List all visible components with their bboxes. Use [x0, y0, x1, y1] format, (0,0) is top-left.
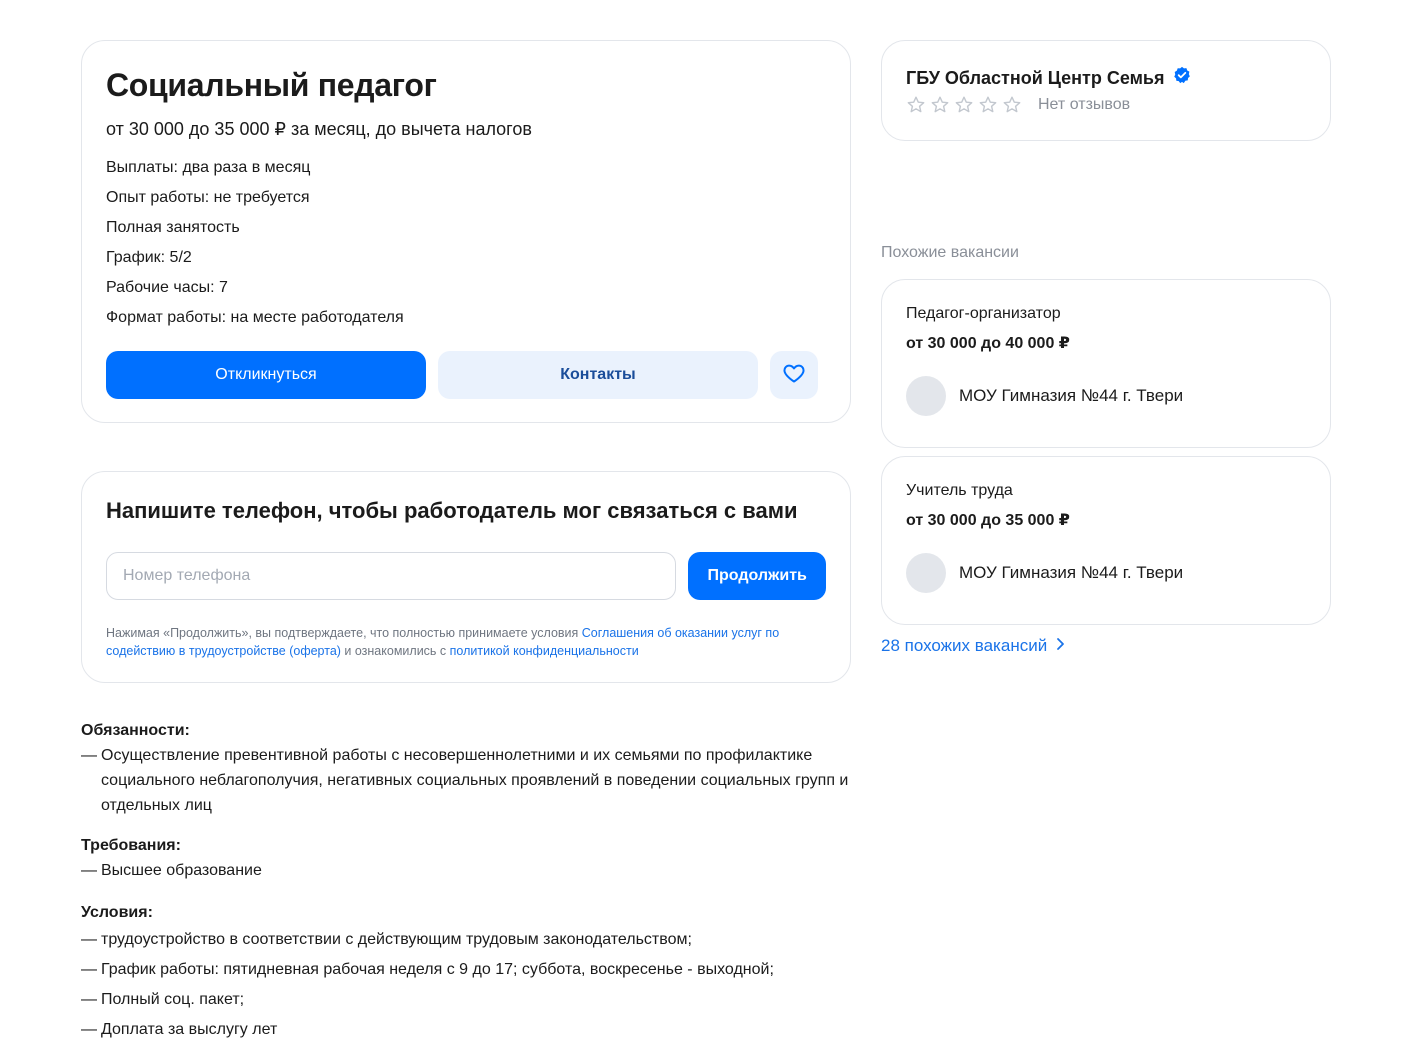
- employer-name-row: ГБУ Областной Центр Семья: [906, 65, 1306, 91]
- more-similar-label: 28 похожих вакансий: [881, 636, 1048, 655]
- heart-icon: [782, 361, 806, 390]
- vacancy-salary: от 30 000 до 35 000 ₽ за месяц, до вычет…: [106, 119, 532, 139]
- contacts-button[interactable]: Контакты: [438, 351, 758, 399]
- list-item: Полный соц. пакет;: [81, 985, 861, 1015]
- employer-rating: Нет отзывов: [906, 95, 1306, 115]
- phone-form-card: Напишите телефон, чтобы работодатель мог…: [81, 471, 851, 683]
- star-icon: [955, 96, 973, 113]
- vacancy-property: Полная занятость: [106, 219, 240, 236]
- vacancy-title: Социальный педагог: [106, 67, 437, 103]
- legal-text: и ознакомились с: [340, 644, 450, 658]
- company-avatar: [906, 376, 946, 416]
- similar-vacancy-title[interactable]: Учитель труда: [906, 479, 1306, 503]
- company-name: МОУ Гимназия №44 г. Твери: [959, 386, 1184, 405]
- vacancy-properties: Выплаты: два раза в месяц Опыт работы: н…: [106, 153, 826, 333]
- requirements-heading: Требования:: [81, 837, 181, 854]
- conditions-heading: Условия:: [81, 904, 153, 921]
- conditions-section: Условия: трудоустройство в соответствии …: [81, 900, 861, 1045]
- vacancy-card: Социальный педагог от 30 000 до 35 000 ₽…: [81, 40, 851, 423]
- conditions-list: трудоустройство в соответствии с действу…: [81, 925, 861, 1045]
- duties-list: Осуществление превентивной работы с несо…: [81, 743, 861, 818]
- reviews-label[interactable]: Нет отзывов: [1038, 96, 1130, 114]
- company-name: МОУ Гимназия №44 г. Твери: [959, 563, 1184, 582]
- star-icon: [907, 96, 925, 113]
- duties-section: Обязанности: Осуществление превентивной …: [81, 718, 861, 818]
- star-icon: [1003, 96, 1021, 113]
- list-item: График работы: пятидневная рабочая недел…: [81, 955, 861, 985]
- requirements-list: Высшее образование: [81, 858, 861, 883]
- vacancy-description: Обязанности: Осуществление превентивной …: [81, 718, 861, 1048]
- vacancy-property: Выплаты: два раза в месяц: [106, 159, 311, 176]
- vacancy-property: Опыт работы: не требуется: [106, 189, 310, 206]
- legal-notice: Нажимая «Продолжить», вы подтверждаете, …: [106, 624, 826, 660]
- list-item: Высшее образование: [81, 858, 861, 883]
- requirements-section: Требования: Высшее образование: [81, 833, 861, 883]
- vacancy-page: Социальный педагог от 30 000 до 35 000 ₽…: [0, 0, 1401, 1048]
- vacancy-property: Рабочие часы: 7: [106, 279, 228, 296]
- similar-vacancy-card[interactable]: Педагог-организатор от 30 000 до 40 000 …: [881, 279, 1331, 448]
- more-similar-link[interactable]: 28 похожих вакансий: [881, 636, 1065, 656]
- vacancy-property: График: 5/2: [106, 249, 192, 266]
- similar-vacancies-heading: Похожие вакансии: [881, 244, 1019, 261]
- favorite-button[interactable]: [770, 351, 818, 399]
- privacy-policy-link[interactable]: политикой конфиденциальности: [450, 644, 639, 658]
- phone-form-row: Продолжить: [106, 552, 826, 600]
- similar-vacancy-title[interactable]: Педагог-организатор: [906, 302, 1306, 326]
- phone-form-title: Напишите телефон, чтобы работодатель мог…: [106, 498, 798, 523]
- vacancy-property: Формат работы: на месте работодателя: [106, 309, 404, 326]
- verified-badge-icon: [1173, 65, 1191, 91]
- similar-vacancy-card[interactable]: Учитель труда от 30 000 до 35 000 ₽ МОУ …: [881, 456, 1331, 625]
- list-item: трудоустройство в соответствии с действу…: [81, 925, 861, 955]
- duties-heading: Обязанности:: [81, 722, 190, 739]
- list-item: Доплата за выслугу лет: [81, 1015, 861, 1045]
- star-icon: [979, 96, 997, 113]
- similar-vacancy-company: МОУ Гимназия №44 г. Твери: [906, 553, 1306, 593]
- similar-vacancy-salary: от 30 000 до 35 000 ₽: [906, 512, 1070, 529]
- phone-input[interactable]: [106, 552, 677, 600]
- star-icon: [931, 96, 949, 113]
- vacancy-actions: Откликнуться Контакты: [106, 351, 818, 399]
- respond-button[interactable]: Откликнуться: [106, 351, 426, 399]
- company-avatar: [906, 553, 946, 593]
- similar-vacancy-salary: от 30 000 до 40 000 ₽: [906, 335, 1070, 352]
- employer-name[interactable]: ГБУ Областной Центр Семья: [906, 65, 1165, 91]
- list-item: Осуществление превентивной работы с несо…: [81, 743, 861, 818]
- chevron-right-icon: [1055, 636, 1065, 656]
- similar-vacancy-company: МОУ Гимназия №44 г. Твери: [906, 376, 1306, 416]
- employer-card[interactable]: ГБУ Областной Центр Семья Нет отзывов: [881, 40, 1331, 141]
- continue-button[interactable]: Продолжить: [688, 552, 826, 600]
- legal-text: Нажимая «Продолжить», вы подтверждаете, …: [106, 626, 582, 640]
